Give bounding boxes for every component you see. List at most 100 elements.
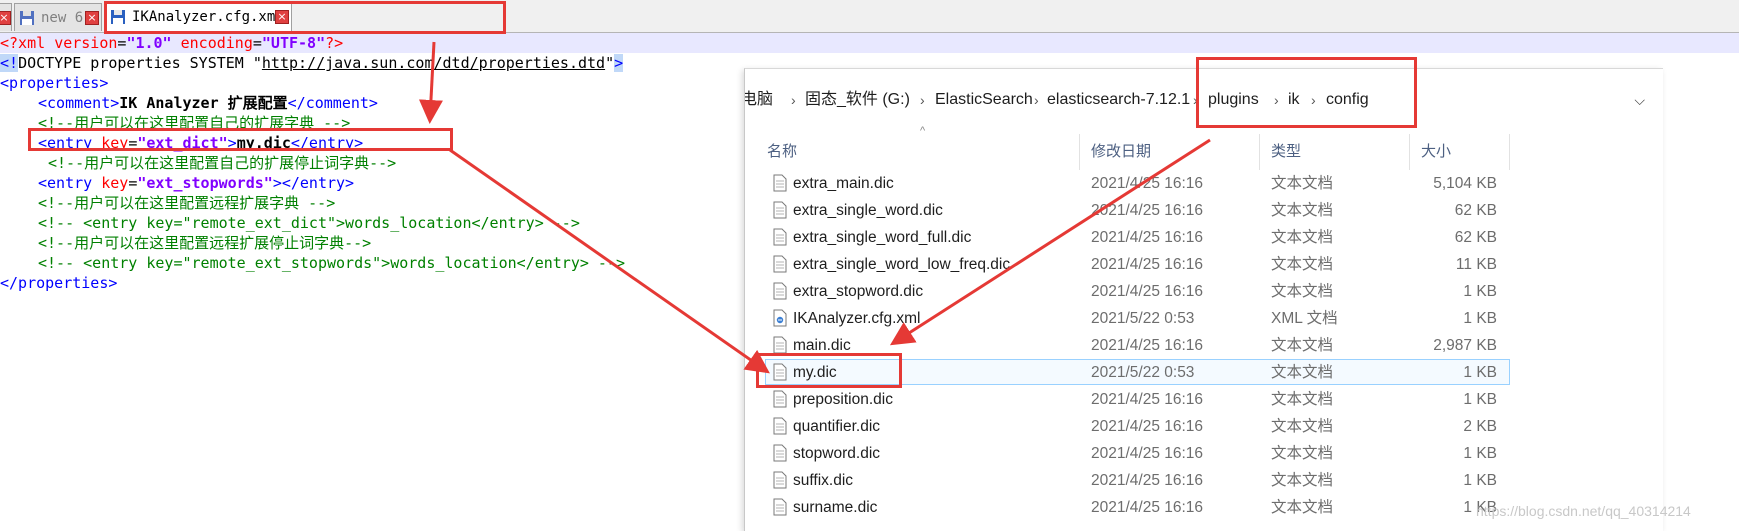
file-row[interactable]: suffix.dic 2021/4/25 16:16 文本文档 1 KB <box>745 467 1663 494</box>
file-date: 2021/4/25 16:16 <box>1091 229 1204 246</box>
file-name: extra_stopword.dic <box>793 283 924 300</box>
file-row[interactable]: extra_main.dic 2021/4/25 16:16 文本文档 5,104 K… <box>745 170 1663 197</box>
breadcrumb-elasticsearch[interactable]: ElasticSearch <box>935 84 1033 116</box>
file-row[interactable]: main.dic 2021/4/25 16:16 文本文档 2,987 KB <box>745 332 1663 359</box>
file-size: 11 KB <box>1455 256 1497 273</box>
breadcrumb-computer[interactable]: 电脑 <box>745 84 773 116</box>
chevron-down-icon[interactable]: ⌵ <box>1634 84 1645 116</box>
breadcrumb-ik[interactable]: ik <box>1288 84 1300 116</box>
tab-ikanalyzer-cfg[interactable]: IKAnalyzer.cfg.xml × <box>104 2 292 32</box>
column-header-size[interactable]: 大小 <box>1421 134 1451 170</box>
text-file-icon <box>773 390 787 408</box>
file-type: 文本文档 <box>1271 445 1334 462</box>
chevron-right-icon: › <box>1193 92 1198 108</box>
column-divider[interactable] <box>1079 134 1080 170</box>
text-file-icon <box>773 255 787 273</box>
file-type: 文本文档 <box>1271 472 1334 489</box>
file-size: 1 KB <box>1463 445 1497 462</box>
close-icon[interactable]: × <box>85 11 99 25</box>
code-line-2: <!DOCTYPE properties SYSTEM "http://java… <box>0 54 624 72</box>
text-file-icon <box>773 444 787 462</box>
file-date: 2021/4/25 16:16 <box>1091 499 1204 516</box>
file-row[interactable]: preposition.dic 2021/4/25 16:16 文本文档 1 KB <box>745 386 1663 413</box>
file-type: XML 文档 <box>1271 310 1338 327</box>
code-line-4: <comment>IK Analyzer 扩展配置</comment> <box>38 94 378 112</box>
chevron-right-icon: › <box>920 92 925 108</box>
file-size: 5,104 KB <box>1433 175 1497 192</box>
file-type: 文本文档 <box>1271 229 1334 246</box>
file-size: 1 KB <box>1463 310 1497 327</box>
file-type: 文本文档 <box>1271 499 1334 516</box>
code-line-3: <properties> <box>0 74 109 92</box>
code-line-1: <?xml version="1.0" encoding="UTF-8"?> <box>0 34 344 52</box>
code-line-5: <!--用户可以在这里配置自己的扩展字典 --> <box>38 114 351 132</box>
code-line-9: <!--用户可以在这里配置远程扩展字典 --> <box>38 194 336 212</box>
file-name: stopword.dic <box>793 445 881 462</box>
file-size: 1 KB <box>1463 391 1497 408</box>
file-date: 2021/4/25 16:16 <box>1091 175 1204 192</box>
breadcrumb-drive[interactable]: 固态_软件 (G:) <box>805 84 910 116</box>
file-row[interactable]: extra_single_word.dic 2021/4/25 16:16 文本文档… <box>745 197 1663 224</box>
file-row[interactable]: extra_single_word_low_freq.dic 2021/4/25 … <box>745 251 1663 278</box>
address-bar[interactable]: 电脑 › 固态_软件 (G:) › ElasticSearch › elasti… <box>745 84 1663 116</box>
file-row[interactable]: IKAnalyzer.cfg.xml 2021/5/22 0:53 XML 文档 1 … <box>745 305 1663 332</box>
code-line-8: <entry key="ext_stopwords"></entry> <box>38 174 355 192</box>
file-name: extra_main.dic <box>793 175 894 192</box>
file-row[interactable]: my.dic 2021/5/22 0:53 文本文档 1 KB <box>745 359 1663 386</box>
column-header-name[interactable]: 名称 <box>767 134 797 170</box>
file-name: extra_single_word.dic <box>793 202 943 219</box>
file-name: surname.dic <box>793 499 878 516</box>
file-name: IKAnalyzer.cfg.xml <box>793 310 921 327</box>
file-type: 文本文档 <box>1271 202 1334 219</box>
column-divider[interactable] <box>1409 134 1410 170</box>
file-type: 文本文档 <box>1271 283 1334 300</box>
watermark: https://blog.csdn.net/qq_40314214 <box>1476 503 1691 519</box>
breadcrumb-config[interactable]: config <box>1326 84 1369 116</box>
file-name: main.dic <box>793 337 851 354</box>
chevron-right-icon: › <box>791 92 796 108</box>
column-header-type[interactable]: 类型 <box>1271 134 1301 170</box>
close-icon[interactable]: × <box>0 11 11 25</box>
file-name: quantifier.dic <box>793 418 881 435</box>
text-file-icon <box>773 336 787 354</box>
chevron-right-icon: › <box>1034 92 1039 108</box>
file-date: 2021/4/25 16:16 <box>1091 256 1204 273</box>
file-size: 1 KB <box>1463 283 1497 300</box>
file-explorer-window: 电脑 › 固态_软件 (G:) › ElasticSearch › elasti… <box>744 68 1663 531</box>
code-line-6: <entry key="ext_dict">my.dic</entry> <box>38 134 364 152</box>
text-file-icon <box>773 363 787 381</box>
editor-tab-bar: × new 6 × IKAnalyzer.cfg.xml × <box>0 0 1739 33</box>
file-row[interactable]: extra_stopword.dic 2021/4/25 16:16 文本文档 1 K… <box>745 278 1663 305</box>
file-name: extra_single_word_low_freq.dic <box>793 256 1011 273</box>
close-icon[interactable]: × <box>275 10 289 24</box>
file-type: 文本文档 <box>1271 256 1334 273</box>
code-line-13: </properties> <box>0 274 118 292</box>
tab-label: IKAnalyzer.cfg.xml <box>132 9 284 25</box>
text-file-icon <box>773 282 787 300</box>
chevron-right-icon: › <box>1274 92 1279 108</box>
file-date: 2021/4/25 16:16 <box>1091 445 1204 462</box>
file-date: 2021/4/25 16:16 <box>1091 283 1204 300</box>
tab-label: new 6 <box>41 10 84 26</box>
tab-new-6[interactable]: new 6 × <box>14 3 102 31</box>
file-name: extra_single_word_full.dic <box>793 229 972 246</box>
breadcrumb-plugins[interactable]: plugins <box>1208 84 1259 116</box>
file-date: 2021/4/25 16:16 <box>1091 418 1204 435</box>
code-line-7: <!--用户可以在这里配置自己的扩展停止词字典--> <box>48 154 397 172</box>
file-row[interactable]: stopword.dic 2021/4/25 16:16 文本文档 1 KB <box>745 440 1663 467</box>
text-file-icon <box>773 228 787 246</box>
file-date: 2021/4/25 16:16 <box>1091 391 1204 408</box>
file-row[interactable]: extra_single_word_full.dic 2021/4/25 16:1… <box>745 224 1663 251</box>
file-date: 2021/5/22 0:53 <box>1091 310 1195 327</box>
file-size: 2,987 KB <box>1433 337 1497 354</box>
file-type: 文本文档 <box>1271 391 1334 408</box>
tab-close-left-stub[interactable]: × <box>0 3 12 31</box>
column-header-date[interactable]: 修改日期 <box>1091 134 1151 170</box>
column-divider[interactable] <box>1509 134 1510 170</box>
column-divider[interactable] <box>1259 134 1260 170</box>
text-file-icon <box>773 201 787 219</box>
breadcrumb-es-version[interactable]: elasticsearch-7.12.1 <box>1047 84 1190 116</box>
file-row[interactable]: quantifier.dic 2021/4/25 16:16 文本文档 2 KB <box>745 413 1663 440</box>
file-date: 2021/4/25 16:16 <box>1091 337 1204 354</box>
save-disk-icon <box>111 10 125 24</box>
